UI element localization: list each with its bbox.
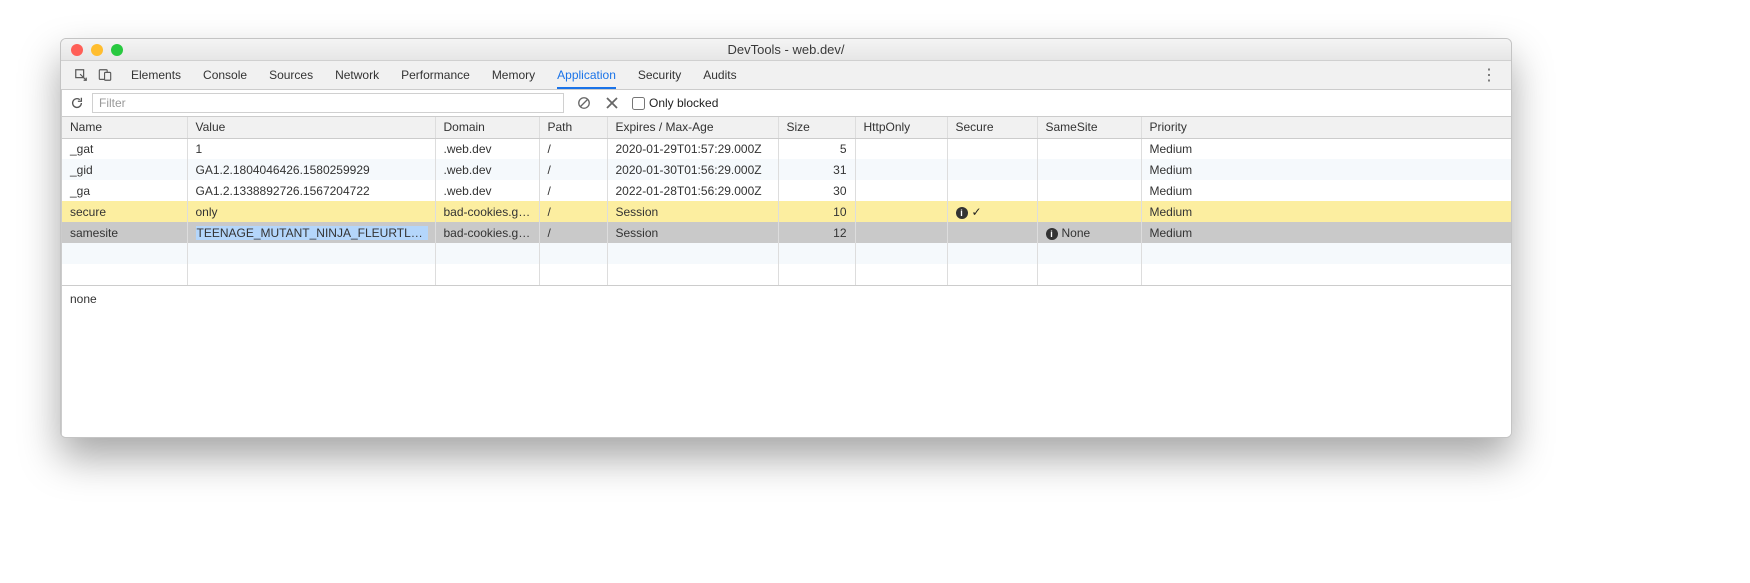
detail-value: none [70,292,97,306]
only-blocked-checkbox[interactable]: Only blocked [632,96,718,110]
only-blocked-label: Only blocked [649,96,718,110]
table-row-empty [62,264,1511,285]
column-header-path[interactable]: Path [539,117,607,138]
cookies-table[interactable]: NameValueDomainPathExpires / Max-AgeSize… [62,117,1511,286]
tab-console[interactable]: Console [203,61,247,89]
refresh-icon[interactable] [68,94,86,112]
warning-icon: i [956,207,968,219]
tab-memory[interactable]: Memory [492,61,535,89]
column-header-samesite[interactable]: SameSite [1037,117,1141,138]
tab-sources[interactable]: Sources [269,61,313,89]
column-header-value[interactable]: Value [187,117,435,138]
table-row[interactable]: samesiteTEENAGE_MUTANT_NINJA_FLEURTLESba… [62,222,1511,243]
devtools-window: DevTools - web.dev/ Elements Console Sourc… [60,38,1512,438]
column-header-httponly[interactable]: HttpOnly [855,117,947,138]
delete-selected-icon[interactable] [604,95,620,111]
column-header-size[interactable]: Size [778,117,855,138]
tab-bar: Elements Console Sources Network Performance… [61,61,1511,90]
table-row-empty [62,243,1511,264]
window-title: DevTools - web.dev/ [61,42,1511,57]
tab-network[interactable]: Network [335,61,379,89]
tab-audits[interactable]: Audits [703,61,736,89]
column-header-secure[interactable]: Secure [947,117,1037,138]
table-row[interactable]: _gidGA1.2.1804046426.1580259929.web.dev/… [62,159,1511,180]
more-menu-icon[interactable]: ⋮ [1471,65,1507,85]
cookies-toolbar: Only blocked [62,90,1511,117]
inspect-icon[interactable] [73,67,89,83]
titlebar: DevTools - web.dev/ [61,39,1511,61]
table-row[interactable]: _gaGA1.2.1338892726.1567204722.web.dev/2… [62,180,1511,201]
table-row[interactable]: _gat1.web.dev/2020-01-29T01:57:29.000Z5M… [62,138,1511,159]
warning-icon: i [1046,228,1058,240]
detail-pane: none [62,286,1511,437]
tab-elements[interactable]: Elements [131,61,181,89]
table-row[interactable]: secureonlybad-cookies.g…/Session10i✓Medi… [62,201,1511,222]
column-header-name[interactable]: Name [62,117,187,138]
clear-all-icon[interactable] [576,95,592,111]
device-toggle-icon[interactable] [97,67,113,83]
tab-application[interactable]: Application [557,61,616,89]
filter-input[interactable] [92,93,564,113]
column-header-domain[interactable]: Domain [435,117,539,138]
column-header-priority[interactable]: Priority [1141,117,1511,138]
tab-performance[interactable]: Performance [401,61,470,89]
column-header-expires-max-age[interactable]: Expires / Max-Age [607,117,778,138]
tab-security[interactable]: Security [638,61,681,89]
main-panel: Only blocked NameValueDomainPathExpires … [62,90,1511,437]
